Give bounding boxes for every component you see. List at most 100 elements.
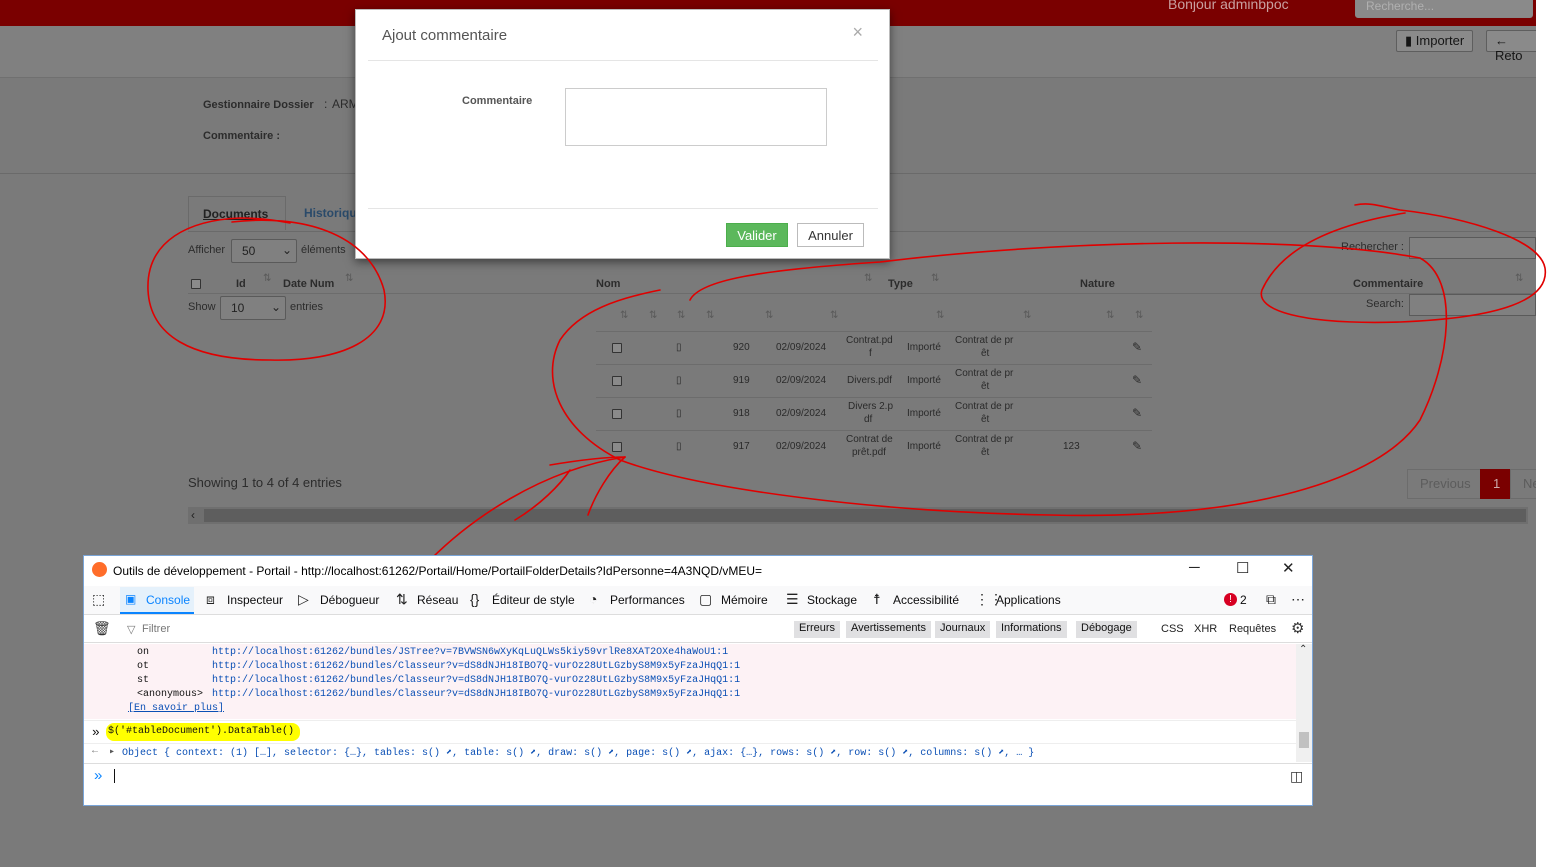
show2-label: Show: [188, 301, 216, 313]
row-checkbox[interactable]: [612, 343, 622, 353]
manager-label: Gestionnaire Dossier: [203, 99, 314, 111]
filter-info[interactable]: Informations: [996, 621, 1067, 638]
sort-icon: ⇅: [677, 310, 686, 321]
inner-page-length-value: 10: [231, 301, 245, 315]
previous-page-button[interactable]: Previous: [1407, 469, 1481, 499]
row-checkbox[interactable]: [612, 442, 622, 452]
user-greeting[interactable]: Bonjour adminbpoc: [1168, 0, 1289, 12]
pdf-file-icon[interactable]: ▯: [676, 441, 682, 452]
col-type[interactable]: Type: [888, 278, 913, 290]
pdf-file-icon[interactable]: ▯: [676, 342, 682, 353]
filter-input[interactable]: Filtrer: [142, 623, 170, 635]
next-page-button[interactable]: Ne: [1510, 469, 1536, 499]
row-nature: Contrat de pr: [955, 401, 1014, 412]
devtools-titlebar: Outils de développement - Portail - http…: [84, 556, 1312, 585]
table-row[interactable]: ▯ 918 02/09/2024 Divers 2.p df Importé C…: [596, 397, 1152, 430]
page-length-select[interactable]: 50 ⌄: [231, 239, 297, 263]
error-badge-icon[interactable]: !: [1224, 593, 1237, 606]
tab-storage[interactable]: Stockage: [807, 593, 857, 607]
inner-page-length-select[interactable]: 10 ⌄: [220, 296, 286, 320]
comment-textarea[interactable]: [565, 88, 827, 146]
error-stack-block: on http://localhost:61262/bundles/JSTree…: [84, 644, 1296, 719]
close-window-icon[interactable]: ✕: [1282, 559, 1295, 577]
col-comment[interactable]: Commentaire: [1353, 278, 1423, 290]
tab-accessibility[interactable]: Accessibilité: [893, 593, 959, 607]
row-date: 02/09/2024: [776, 408, 827, 419]
col-nom[interactable]: Nom: [596, 278, 620, 290]
more-options-icon[interactable]: ⋯: [1291, 591, 1305, 608]
trash-icon[interactable]: 🗑: [93, 620, 111, 637]
learn-more-link[interactable]: [En savoir plus]: [128, 703, 224, 714]
table-row[interactable]: ▯ 919 02/09/2024 Divers.pdf Importé Cont…: [596, 364, 1152, 397]
accessibility-icon: ☨: [873, 591, 881, 607]
sort-icon: ⇅: [706, 310, 715, 321]
modal-header-divider: [368, 60, 878, 61]
stack-url[interactable]: http://localhost:61262/bundles/Classeur?…: [212, 675, 740, 686]
editor-mode-icon[interactable]: ◫: [1290, 768, 1303, 785]
row-checkbox[interactable]: [612, 409, 622, 419]
page-1-button[interactable]: 1: [1480, 469, 1511, 499]
tab-documents[interactable]: Documents: [188, 196, 286, 230]
pdf-file-icon[interactable]: ▯: [676, 408, 682, 419]
scroll-thumb[interactable]: [1299, 732, 1309, 748]
col-date[interactable]: Date Num: [283, 278, 334, 290]
row-name: Contrat de: [846, 434, 893, 445]
maximize-icon[interactable]: ☐: [1236, 559, 1249, 577]
back-button[interactable]: ← Reto: [1486, 30, 1536, 63]
import-label: Importer: [1415, 33, 1465, 48]
inspector-icon: ⧈: [206, 591, 215, 607]
table-search-input[interactable]: [1409, 237, 1536, 259]
edit-pencil-icon[interactable]: ✎: [1132, 406, 1142, 420]
tab-performance[interactable]: Performances: [610, 593, 685, 607]
row-checkbox[interactable]: [612, 376, 622, 386]
edit-pencil-icon[interactable]: ✎: [1132, 373, 1142, 387]
filter-debug[interactable]: Débogage: [1076, 621, 1137, 638]
select-all-checkbox[interactable]: [191, 279, 201, 289]
cancel-button[interactable]: Annuler: [797, 223, 864, 247]
console-input[interactable]: » ◫: [84, 763, 1312, 803]
close-icon[interactable]: ×: [852, 22, 863, 43]
filter-warnings[interactable]: Avertissements: [846, 621, 931, 638]
tab-inspector[interactable]: Inspecteur: [227, 593, 283, 607]
tab-applications[interactable]: Applications: [996, 593, 1061, 607]
col-nature[interactable]: Nature: [1080, 278, 1115, 290]
filter-logs[interactable]: Journaux: [935, 621, 991, 638]
minimize-icon[interactable]: ─: [1189, 559, 1200, 576]
console-result[interactable]: Object { context: (1) […], selector: {…}…: [122, 747, 1034, 759]
filter-css[interactable]: CSS: [1161, 623, 1184, 635]
tab-style-editor[interactable]: Éditeur de style: [492, 593, 575, 607]
edit-pencil-icon[interactable]: ✎: [1132, 340, 1142, 354]
stack-url[interactable]: http://localhost:61262/bundles/Classeur?…: [212, 661, 740, 672]
input-prompt-icon: »: [94, 767, 103, 784]
row-nature-cont: êt: [981, 348, 990, 359]
import-button[interactable]: ▮ Importer: [1396, 30, 1474, 52]
chevron-left-icon[interactable]: ‹: [191, 508, 195, 522]
stack-url[interactable]: http://localhost:61262/bundles/Classeur?…: [212, 689, 740, 700]
filter-xhr[interactable]: XHR: [1194, 623, 1217, 635]
error-count[interactable]: 2: [1240, 593, 1247, 607]
tab-debugger[interactable]: Débogueur: [320, 593, 379, 607]
console-scrollbar[interactable]: ⌃: [1296, 644, 1312, 762]
scrollbar-thumb[interactable]: [204, 509, 1526, 522]
tab-network[interactable]: Réseau: [417, 593, 458, 607]
col-id[interactable]: Id: [236, 278, 246, 290]
validate-button[interactable]: Valider: [726, 223, 788, 247]
dock-icon[interactable]: ⧉: [1266, 591, 1276, 608]
settings-gear-icon[interactable]: ⚙: [1291, 619, 1304, 637]
filter-requests[interactable]: Requêtes: [1229, 623, 1276, 635]
tab-memory[interactable]: Mémoire: [721, 593, 768, 607]
comment-field-label: Commentaire: [462, 95, 533, 107]
scroll-up-icon[interactable]: ⌃: [1299, 644, 1307, 655]
horizontal-scrollbar[interactable]: ‹: [188, 507, 1528, 524]
table-row[interactable]: ▯ 917 02/09/2024 Contrat de prêt.pdf Imp…: [596, 430, 1152, 463]
edit-pencil-icon[interactable]: ✎: [1132, 439, 1142, 453]
expand-triangle-icon[interactable]: ▸: [109, 746, 115, 758]
global-search-input[interactable]: Recherche...: [1355, 0, 1533, 18]
inner-table-search-input[interactable]: [1409, 294, 1536, 316]
filter-errors[interactable]: Erreurs: [794, 621, 841, 638]
pdf-file-icon[interactable]: ▯: [676, 375, 682, 386]
tab-console[interactable]: ▣ Console: [120, 587, 194, 614]
element-picker-icon[interactable]: ⬚: [92, 591, 105, 608]
stack-url[interactable]: http://localhost:61262/bundles/JSTree?v=…: [212, 647, 728, 658]
table-row[interactable]: ▯ 920 02/09/2024 Contrat.pd f Importé Co…: [596, 331, 1152, 364]
